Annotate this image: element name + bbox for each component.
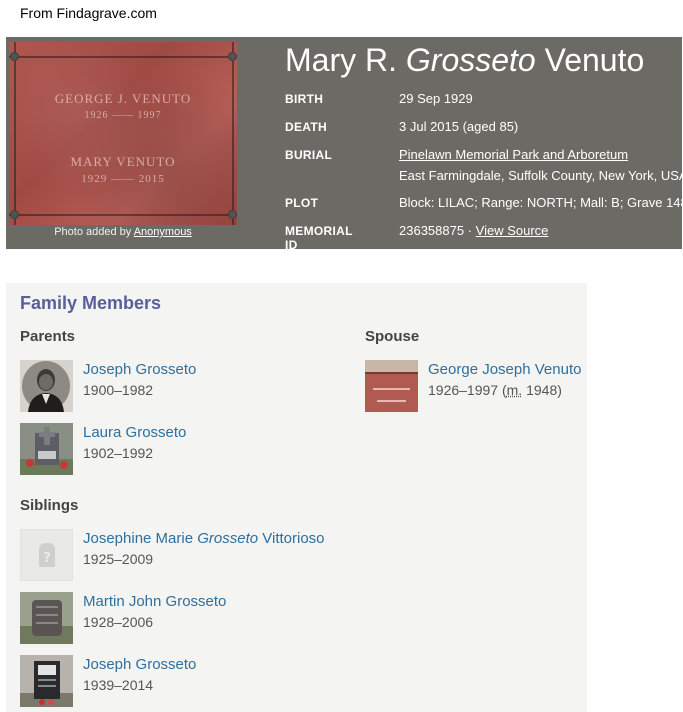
married-abbreviation: m. xyxy=(506,382,523,398)
memorial-name: Mary R. Grosseto Venuto xyxy=(285,42,644,79)
memorial-id-value: 236358875 · View Source xyxy=(399,223,548,238)
family-member-card[interactable]: ? Josephine Marie Grosseto Vittorioso 19… xyxy=(20,529,420,583)
family-members-heading: Family Members xyxy=(20,293,162,313)
burial-location: East Farmingdale, Suffolk County, New Yo… xyxy=(399,168,682,183)
birth-value: 29 Sep 1929 xyxy=(399,91,473,106)
member-dates: 1902–1992 xyxy=(83,445,154,461)
member-name-link[interactable]: Martin John Grosseto xyxy=(83,593,226,610)
member-name-link[interactable]: Joseph Grosseto xyxy=(83,361,196,378)
name-maiden: Grosseto xyxy=(405,42,536,78)
portrait-photo-thumbnail[interactable] xyxy=(20,360,73,412)
siblings-label: Siblings xyxy=(20,497,79,514)
family-member-card[interactable]: Joseph Grosseto 1900–1982 xyxy=(20,360,340,414)
parents-label: Parents xyxy=(20,328,76,345)
photo-credit-link[interactable]: Anonymous xyxy=(134,226,192,238)
memorial-header: GEORGE J. VENUTO 1926 —— 1997 MARY VENUT… xyxy=(6,37,682,249)
death-value: 3 Jul 2015 (aged 85) xyxy=(399,119,519,134)
name-first: Mary R. xyxy=(285,42,397,78)
member-dates: 1925–2009 xyxy=(83,551,154,567)
maiden-name: Grosseto xyxy=(197,530,259,547)
family-member-card[interactable]: Laura Grosseto 1902–1992 xyxy=(20,423,340,477)
engraving-name-george: GEORGE J. VENUTO xyxy=(54,91,192,106)
memorial-id-number: 236358875 · xyxy=(399,223,473,238)
member-name-link[interactable]: Joseph Grosseto xyxy=(83,656,196,673)
engraving-dates-mary: 1929 —— 2015 xyxy=(81,173,165,185)
family-member-card[interactable]: Joseph Grosseto 1939–2014 xyxy=(20,655,340,709)
member-dates: 1928–2006 xyxy=(83,614,154,630)
engraving-name-mary: MARY VENUTO xyxy=(70,154,176,169)
burial-value: Pinelawn Memorial Park and Arboretum xyxy=(399,147,628,162)
photo-credit: Photo added by Anonymous xyxy=(9,226,237,238)
member-dates: 1900–1982 xyxy=(83,382,154,398)
headstone-photo-thumbnail[interactable] xyxy=(365,360,418,412)
spouse-label: Spouse xyxy=(365,328,420,345)
member-name-link[interactable]: George Joseph Venuto xyxy=(428,361,581,378)
family-member-card[interactable]: George Joseph Venuto 1926–1997 (m. 1948) xyxy=(365,360,585,414)
svg-text:?: ? xyxy=(43,551,51,566)
burial-label: BURIAL xyxy=(285,148,333,162)
family-members-panel: Family Members Parents Spouse Joseph Gro… xyxy=(6,283,587,712)
headstone-photo-thumbnail[interactable] xyxy=(20,655,73,707)
headstone-photo-thumbnail[interactable] xyxy=(20,592,73,644)
cemetery-link[interactable]: Pinelawn Memorial Park and Arboretum xyxy=(399,147,628,162)
death-label: DEATH xyxy=(285,120,327,134)
member-name-link[interactable]: Josephine Marie Grosseto Vittorioso xyxy=(83,530,325,547)
photo-credit-prefix: Photo added by xyxy=(54,226,132,238)
birth-label: BIRTH xyxy=(285,92,324,106)
view-source-link[interactable]: View Source xyxy=(476,223,549,238)
engraving-dates-george: 1926 —— 1997 xyxy=(84,110,162,121)
spouse-life-dates: 1926–1997 ( xyxy=(428,382,507,398)
name-last: Venuto xyxy=(544,42,645,78)
plot-label: PLOT xyxy=(285,196,319,210)
no-photo-placeholder-icon[interactable]: ? xyxy=(20,529,73,581)
married-year: 1948) xyxy=(522,382,562,398)
gravestone-photo[interactable]: GEORGE J. VENUTO 1926 —— 1997 MARY VENUT… xyxy=(9,42,237,225)
family-member-card[interactable]: Martin John Grosseto 1928–2006 xyxy=(20,592,340,646)
headstone-photo-thumbnail[interactable] xyxy=(20,423,73,475)
source-caption: From Findagrave.com xyxy=(20,5,157,21)
member-name-link[interactable]: Laura Grosseto xyxy=(83,424,186,441)
member-dates: 1926–1997 (m. 1948) xyxy=(428,382,562,398)
plot-value: Block: LILAC; Range: NORTH; Mall: B; Gra… xyxy=(399,195,682,210)
memorial-id-label: MEMORIAL ID xyxy=(285,224,353,249)
member-dates: 1939–2014 xyxy=(83,677,154,693)
